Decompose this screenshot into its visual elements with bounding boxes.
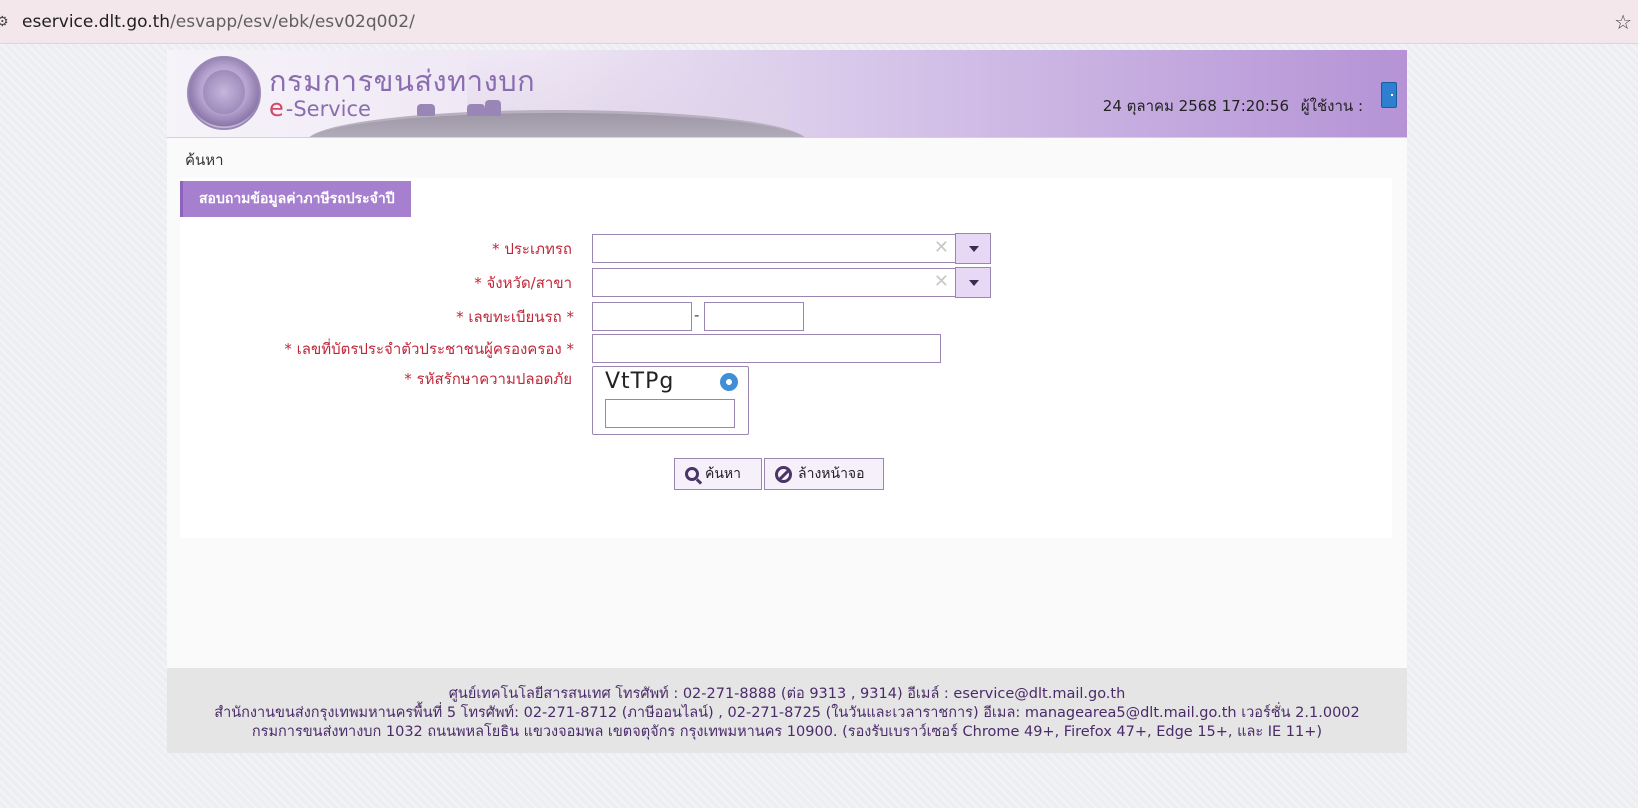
id-card-input[interactable] [592, 334, 941, 363]
footer: ศูนย์เทคโนโลยีสารสนเทศ โทรศัพท์ : 02-271… [167, 668, 1407, 753]
id-card-label: * เลขที่บัตรประจำตัวประชาชนผู้ครองครอง * [284, 340, 574, 358]
site-header: กรมการขนส่งทางบก e-Service 24 ตุลาคม 256… [167, 50, 1407, 138]
footer-line-1: ศูนย์เทคโนโลยีสารสนเทศ โทรศัพท์ : 02-271… [448, 686, 1126, 702]
vehicle-type-dropdown-button[interactable] [955, 233, 991, 264]
plate-label: * เลขทะเบียนรถ * [456, 308, 574, 326]
refresh-icon[interactable] [720, 373, 738, 391]
panel-title: สอบถามข้อมูลค่าภาษีรถประจำปี [180, 181, 411, 217]
page-container: กรมการขนส่งทางบก e-Service 24 ตุลาคม 256… [167, 50, 1407, 753]
captcha-label: * รหัสรักษาความปลอดภัย [404, 370, 572, 388]
reset-button-label: ล้างหน้าจอ [798, 466, 865, 482]
captcha-input[interactable] [605, 399, 735, 428]
clear-icon[interactable]: ✕ [934, 272, 949, 292]
province-dropdown-button[interactable] [955, 267, 991, 298]
clear-icon[interactable]: ✕ [934, 238, 949, 258]
star-icon[interactable]: ☆ [1614, 10, 1632, 34]
bus-icon [485, 100, 501, 116]
province-select[interactable]: ✕ [592, 268, 956, 297]
seal-inner [203, 70, 245, 114]
vehicle-type-label: * ประเภทรถ [492, 240, 572, 258]
current-datetime: 24 ตุลาคม 2568 17:20:56 [1102, 97, 1289, 115]
user-label: ผู้ใช้งาน : [1300, 97, 1363, 115]
search-button-label: ค้นหา [705, 466, 742, 482]
vehicle-type-select[interactable]: ✕ [592, 234, 956, 263]
plate-separator: - [694, 306, 700, 324]
eservice-e: e [269, 94, 284, 122]
search-icon [685, 467, 699, 481]
chevron-down-icon [969, 280, 979, 286]
footer-line-2: สำนักงานขนส่งกรุงเทพมหานครพื้นที่ 5 โทรศ… [214, 705, 1360, 721]
chevron-down-icon [969, 246, 979, 252]
search-button[interactable]: ค้นหา [674, 458, 762, 490]
car-icon [467, 104, 485, 116]
footer-line-3: กรมการขนส่งทางบก 1032 ถนนพหลโยธิน แขวงจอ… [251, 724, 1323, 740]
eservice-rest: -Service [285, 97, 371, 121]
ban-icon [775, 465, 792, 483]
browser-address-bar[interactable]: ⚙ eservice.dlt.go.th/esvapp/esv/ebk/esv0… [0, 0, 1638, 44]
url-host: eservice.dlt.go.th [22, 11, 171, 32]
province-label: * จังหวัด/สาขา [474, 274, 572, 292]
captcha-image-text: VtTPg [605, 369, 675, 394]
breadcrumb: ค้นหา [185, 151, 224, 169]
door-icon[interactable] [1381, 82, 1397, 108]
captcha-box: VtTPg [592, 366, 749, 435]
reset-button[interactable]: ล้างหน้าจอ [764, 458, 884, 490]
search-panel: สอบถามข้อมูลค่าภาษีรถประจำปี * ประเภทรถ … [180, 178, 1392, 538]
plate-prefix-input[interactable] [592, 302, 692, 331]
eservice-logo: e-Service [269, 94, 371, 122]
url-path: /esvapp/esv/ebk/esv02q002/ [170, 11, 415, 32]
car-icon [417, 104, 435, 116]
plate-number-input[interactable] [704, 302, 804, 331]
site-settings-icon[interactable]: ⚙ [0, 15, 10, 29]
url-text[interactable]: eservice.dlt.go.th/esvapp/esv/ebk/esv02q… [22, 12, 415, 32]
dlt-seal-logo [187, 56, 261, 130]
